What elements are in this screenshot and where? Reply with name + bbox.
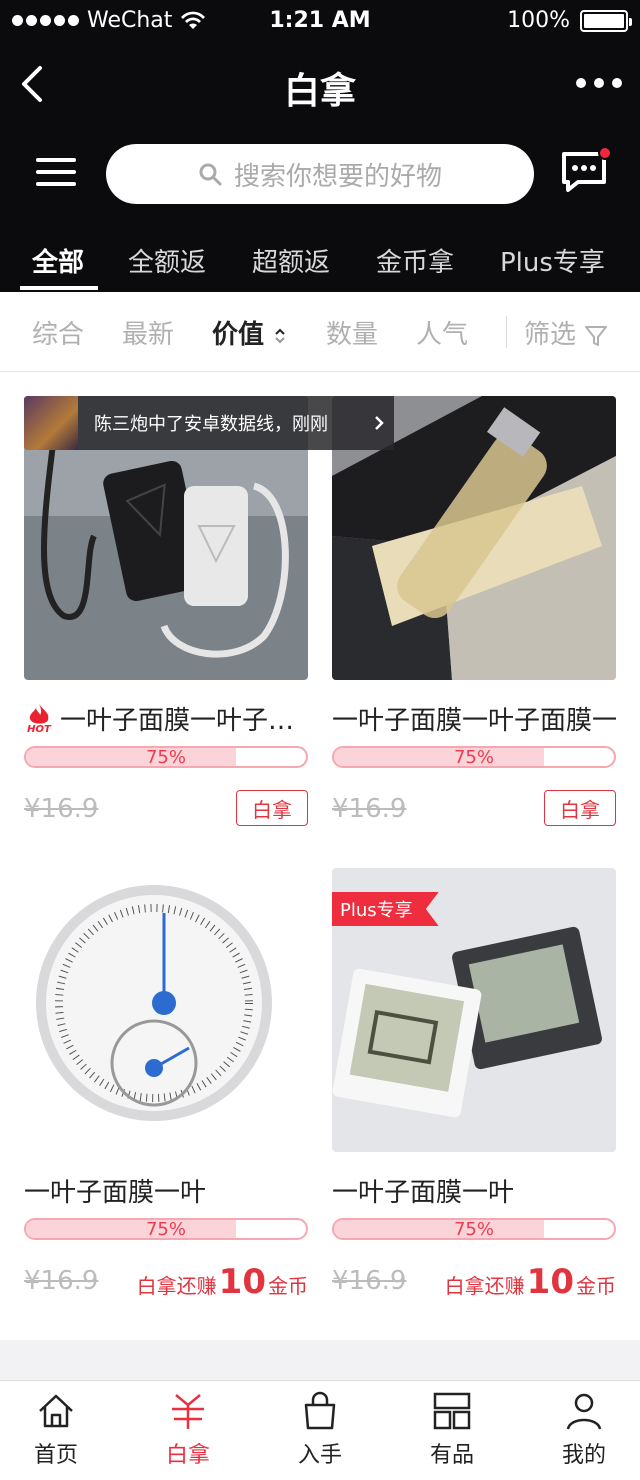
- earn-coins[interactable]: 白拿还赚 10 金币: [137, 1262, 308, 1302]
- progress-bar: 75%: [24, 1218, 308, 1240]
- sort-popularity[interactable]: 人气: [416, 314, 468, 351]
- sort-divider: [506, 316, 507, 348]
- bottom-tab-label: 白拿: [165, 1443, 210, 1468]
- flame-icon: [29, 703, 49, 724]
- original-price: ¥16.9: [24, 794, 99, 824]
- plus-ribbon: Plus专享: [332, 892, 439, 926]
- home-icon: [39, 1394, 73, 1428]
- tab-full-refund[interactable]: 全额返: [128, 242, 206, 279]
- bottom-tab-label: 首页: [33, 1443, 78, 1468]
- filter-label: 筛选: [524, 320, 577, 350]
- sort-arrows-icon: [275, 328, 285, 343]
- chevron-right-icon: [375, 416, 384, 430]
- product-name: 一叶子面膜一叶子面膜一叶子面膜: [332, 706, 616, 736]
- tab-coin[interactable]: 金币拿: [376, 242, 454, 279]
- page-title: 白拿: [283, 71, 356, 112]
- original-price: ¥16.9: [24, 1266, 99, 1296]
- sort-comprehensive[interactable]: 综合: [32, 314, 84, 351]
- avatar: [24, 396, 78, 450]
- earn-number: 10: [218, 1262, 266, 1302]
- search-placeholder: 搜索你想要的好物: [233, 161, 442, 192]
- product-image[interactable]: [24, 868, 308, 1152]
- search-icon: [199, 163, 222, 186]
- earn-unit: 金币: [268, 1274, 308, 1298]
- filter-icon: [585, 325, 608, 346]
- earn-prefix: 白拿还赚: [444, 1274, 525, 1298]
- get-free-button[interactable]: 白拿: [544, 790, 616, 826]
- user-icon: [566, 1393, 602, 1430]
- progress-bar: 75%: [332, 746, 616, 768]
- earn-coins[interactable]: 白拿还赚 10 金币: [445, 1262, 616, 1302]
- product-grid: 陈三炮中了安卓数据线，刚刚 HOT 一叶子面膜一叶子面膜一叶子面膜 75% ¥1…: [0, 372, 640, 1340]
- message-icon[interactable]: [560, 146, 612, 196]
- tab-over-refund[interactable]: 超额返: [252, 242, 330, 279]
- tab-all[interactable]: 全部: [32, 242, 84, 279]
- bottom-tab-goods[interactable]: 有品: [402, 1391, 502, 1469]
- filter-button[interactable]: 筛选: [524, 314, 608, 351]
- product-name: 一叶子面膜一叶: [332, 1178, 515, 1208]
- ticker-text: 陈三炮中了安卓数据线，刚刚: [94, 414, 328, 435]
- product-name-row: HOT 一叶子面膜一叶子面膜一叶子面膜: [24, 700, 308, 737]
- active-tab-indicator: [20, 286, 98, 290]
- progress-label: 75%: [145, 1219, 186, 1240]
- grid-icon: [433, 1392, 471, 1430]
- progress-label: 75%: [453, 747, 494, 768]
- product-card[interactable]: 一叶子面膜一叶 75% ¥16.9 白拿还赚 10 金币: [24, 868, 308, 1302]
- menu-icon[interactable]: [36, 158, 76, 190]
- notification-dot: [598, 146, 612, 160]
- bottom-tab-me[interactable]: 我的: [534, 1391, 634, 1469]
- sort-quantity[interactable]: 数量: [326, 314, 378, 351]
- search-row: 搜索你想要的好物: [0, 130, 640, 226]
- bottom-tab-label: 有品: [429, 1443, 474, 1468]
- search-input[interactable]: 搜索你想要的好物: [106, 144, 534, 204]
- winner-ticker[interactable]: 陈三炮中了安卓数据线，刚刚: [24, 396, 394, 450]
- progress-bar: 75%: [332, 1218, 616, 1240]
- category-tabs: 全部 全额返 超额返 金币拿 Plus专享: [0, 226, 640, 292]
- get-free-button[interactable]: 白拿: [236, 790, 308, 826]
- earn-number: 10: [526, 1262, 574, 1302]
- hot-badge: HOT: [24, 703, 54, 735]
- progress-bar: 75%: [24, 746, 308, 768]
- product-name: 一叶子面膜一叶: [24, 1178, 207, 1208]
- product-card[interactable]: Plus专享 一叶子面膜一叶 75% ¥16.9 白拿还赚 10 金币: [332, 868, 616, 1302]
- status-bar: WeChat 1:21 AM 100%: [0, 0, 640, 42]
- original-price: ¥16.9: [332, 1266, 407, 1296]
- bottom-tab-buy[interactable]: 入手: [270, 1391, 370, 1469]
- product-name: 一叶子面膜一叶子面膜一叶子面膜: [60, 706, 308, 736]
- sort-value-label: 价值: [212, 320, 265, 350]
- earn-prefix: 白拿还赚: [136, 1274, 217, 1298]
- original-price: ¥16.9: [332, 794, 407, 824]
- sort-value[interactable]: 价值: [212, 314, 287, 351]
- tab-plus[interactable]: Plus专享: [500, 242, 605, 279]
- bottom-tab-label: 我的: [561, 1443, 606, 1468]
- product-card[interactable]: 陈三炮中了安卓数据线，刚刚 HOT 一叶子面膜一叶子面膜一叶子面膜 75% ¥1…: [24, 396, 394, 826]
- progress-label: 75%: [453, 1219, 494, 1240]
- sort-bar: 综合 最新 价值 数量 人气 筛选: [0, 292, 640, 372]
- bottom-tab-home[interactable]: 首页: [6, 1391, 106, 1469]
- bottom-tab-bar: 首页 白拿 入手 有品 我的: [0, 1380, 640, 1480]
- more-icon[interactable]: [576, 78, 622, 88]
- bottom-tab-label: 入手: [297, 1443, 342, 1468]
- bottom-tab-free[interactable]: 白拿: [138, 1391, 238, 1469]
- yen-icon: [172, 1394, 204, 1429]
- progress-label: 75%: [145, 747, 186, 768]
- hot-label: HOT: [27, 723, 51, 735]
- earn-unit: 金币: [576, 1274, 616, 1298]
- sort-newest[interactable]: 最新: [122, 314, 174, 351]
- battery-percent: 100%: [507, 8, 570, 33]
- battery-icon: [580, 9, 632, 32]
- bag-icon: [304, 1391, 336, 1430]
- nav-bar: 白拿: [0, 42, 640, 130]
